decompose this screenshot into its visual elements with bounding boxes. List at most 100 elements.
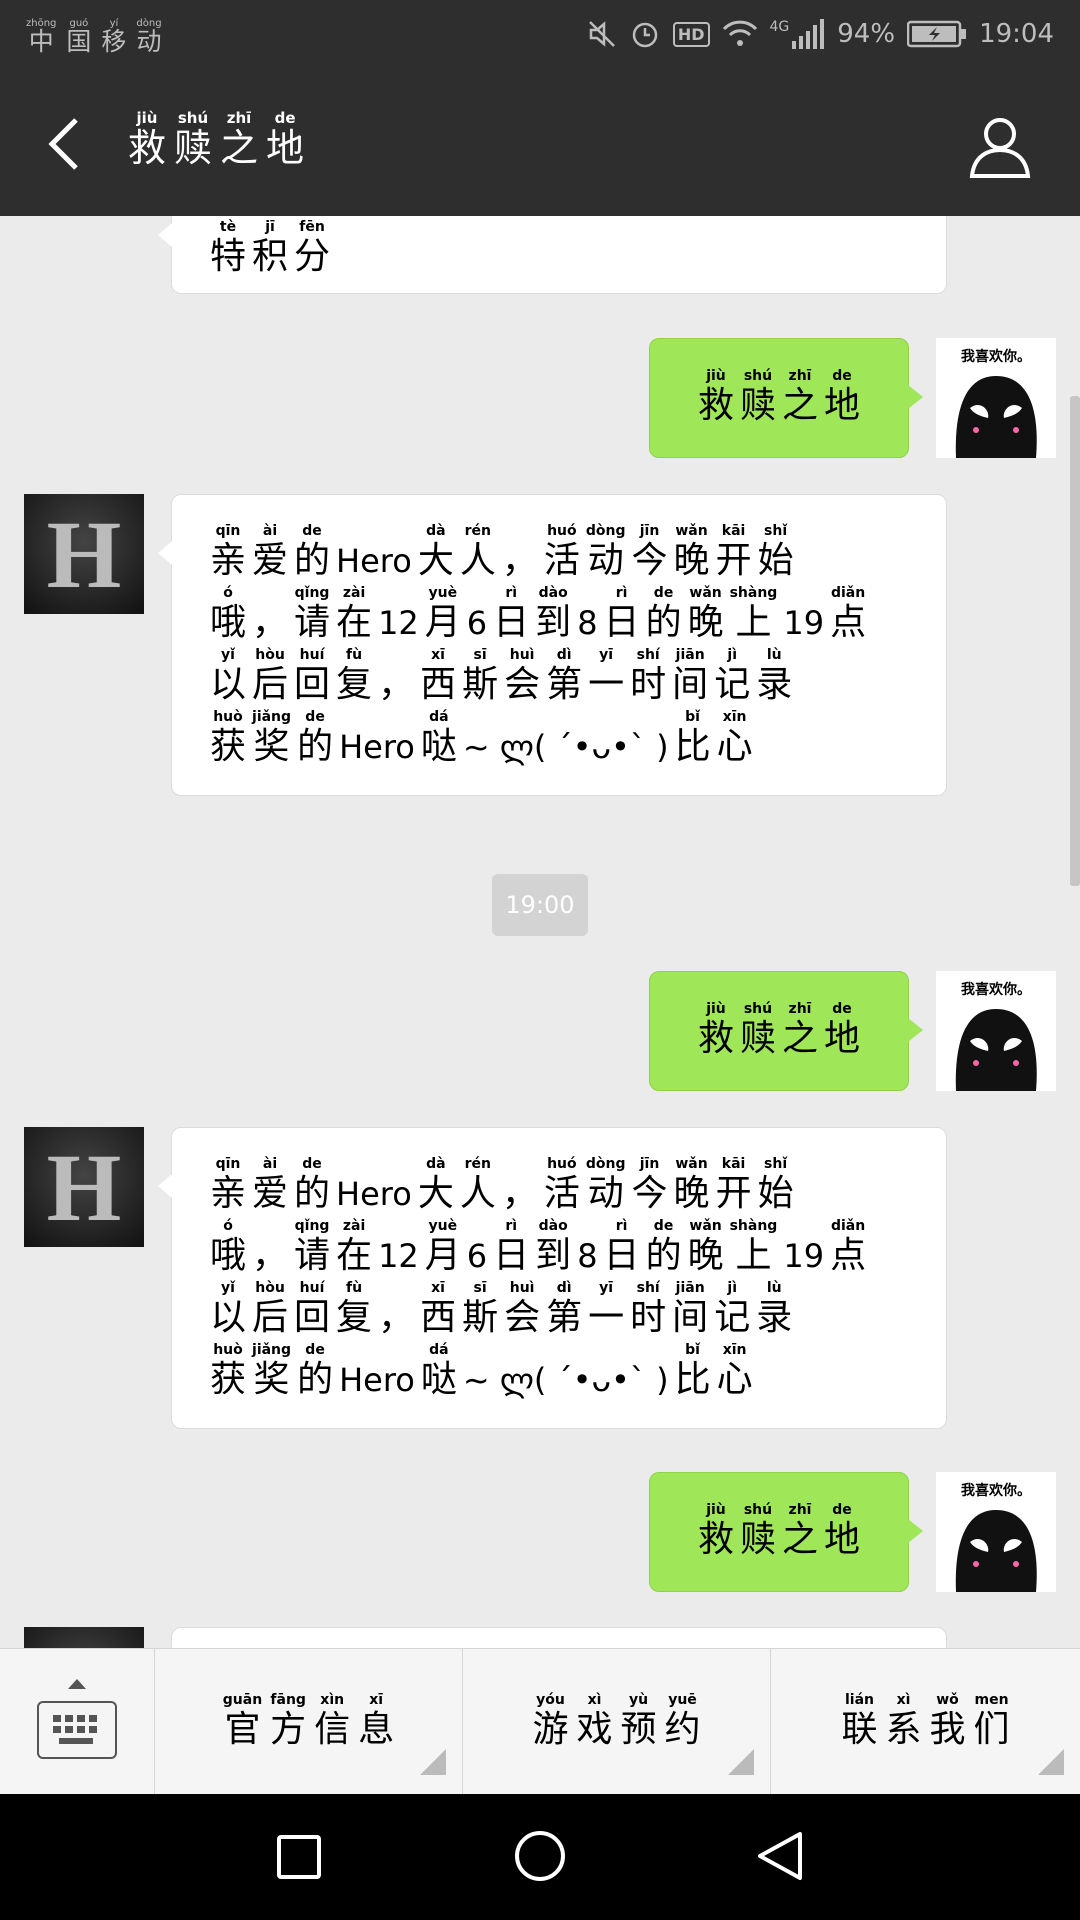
carrier-name: zhōng 中 guó 国 yí 移 dòng 动 (26, 18, 162, 55)
message-bubble-partial[interactable] (171, 1627, 947, 1648)
pinyin: jīn (639, 523, 660, 539)
pinyin: dì (556, 647, 572, 663)
pinyin: huó (547, 1156, 577, 1172)
character: 游 (532, 1709, 569, 1750)
pinyin: xì (896, 1692, 911, 1708)
scrollbar[interactable] (1070, 396, 1080, 886)
pinyin: xì (587, 1692, 602, 1708)
character: 晚 (687, 602, 724, 643)
chat-area[interactable]: tè 特 jī 积 fēn 分 jiù 救 shú 赎 zhī 之 de 地 我喜欢你。 H qīn 亲 à… (0, 216, 1080, 1648)
user-avatar[interactable]: 我喜欢你。 (936, 1472, 1056, 1592)
ruby-character: jiù 救 (698, 1502, 734, 1562)
message-fragment: Hero (336, 1175, 412, 1213)
pinyin: kāi (721, 1156, 746, 1172)
message-bubble-partial[interactable]: tè 特 jī 积 fēn 分 (158, 216, 947, 294)
chat-header: jiù 救 shú 赎 zhī 之 de 地 (0, 80, 1080, 216)
pinyin: ài (262, 523, 278, 539)
message-line: qīn 亲 ài 爱 de 的 Hero dà 大 rén 人 ， huó 活 dòng 动 jīn 今 wǎn 晚… (210, 1154, 866, 1216)
pinyin: jiān (675, 1280, 705, 1296)
person-icon[interactable] (968, 114, 1032, 178)
pinyin: shú (743, 1502, 773, 1518)
ruby-character: lián 联 (841, 1692, 877, 1752)
ruby-character: wǎn 晚 (674, 1156, 710, 1216)
character: 记 (714, 664, 751, 705)
menu-game-reservation[interactable]: yóu 游 xì 戏 yù 预 yuē 约 (463, 1649, 771, 1795)
pinyin: jiù (706, 1502, 726, 1518)
ruby-character: sī 斯 (462, 1280, 498, 1340)
home-icon[interactable] (514, 1830, 566, 1882)
pinyin: jiù (706, 368, 726, 384)
pinyin: shǐ (764, 1156, 788, 1172)
ruby-character: de 的 (297, 1342, 333, 1402)
pinyin: fù (346, 1280, 363, 1296)
pinyin (268, 585, 273, 601)
sent-message-bubble[interactable]: jiù 救 shú 赎 zhī 之 de 地 (649, 1472, 923, 1592)
ruby-character: xìn 信 (314, 1692, 350, 1752)
character: 晚 (687, 1235, 724, 1276)
pinyin: jiù (706, 1001, 726, 1017)
pinyin: lián (844, 1692, 874, 1708)
pinyin: jiān (675, 647, 705, 663)
character: 比 (674, 726, 711, 767)
character: 动 (587, 1173, 624, 1214)
received-message-bubble[interactable]: qīn 亲 ài 爱 de 的 Hero dà 大 rén 人 ， huó 活 dòng 动 jīn 今 wǎn 晚… (158, 494, 947, 796)
pinyin: hòu (255, 1280, 285, 1296)
character: 时 (630, 1297, 667, 1338)
menu-contact-us[interactable]: lián 联 xì 系 wǒ 我 men 们 (771, 1649, 1080, 1795)
character: 哦 (210, 602, 247, 643)
message-fragment: 6 (466, 604, 488, 642)
pinyin: shú (743, 368, 773, 384)
ruby-character: shí 时 (630, 1280, 666, 1340)
pinyin (268, 1218, 273, 1234)
status-bar: zhōng 中 guó 国 yí 移 dòng 动 HD 4G 94% 19:04 (0, 0, 1080, 80)
official-account-avatar[interactable]: H (24, 1127, 144, 1247)
menu-official-info[interactable]: guān 官 fāng 方 xìn 信 xī 息 (155, 1649, 463, 1795)
pinyin: ài (262, 1156, 278, 1172)
official-account-avatar[interactable] (24, 1627, 144, 1648)
pinyin: dì (556, 1280, 572, 1296)
ruby-character: ， (502, 523, 538, 583)
character: 心 (716, 726, 753, 767)
official-account-avatar[interactable]: H (24, 494, 144, 614)
pinyin: jiǎng (252, 1342, 292, 1358)
user-avatar[interactable]: 我喜欢你。 (936, 338, 1056, 458)
ruby-character: de 地 (824, 1502, 860, 1562)
pinyin: jì (727, 647, 737, 663)
user-avatar[interactable]: 我喜欢你。 (936, 971, 1056, 1091)
keyboard-toggle-button[interactable] (0, 1649, 155, 1795)
recents-icon[interactable] (276, 1834, 322, 1880)
character: 约 (664, 1709, 701, 1750)
ruby-character: zhī 之 (220, 110, 258, 170)
character: 赎 (174, 126, 213, 170)
back-icon[interactable] (756, 1830, 804, 1882)
character: 到 (535, 602, 572, 643)
character: 哒 (420, 1359, 457, 1400)
character: 记 (714, 1297, 751, 1338)
ruby-character: jì 记 (714, 647, 750, 707)
received-message-bubble[interactable]: qīn 亲 ài 爱 de 的 Hero dà 大 rén 人 ， huó 活 dòng 动 jīn 今 wǎn 晚… (158, 1127, 947, 1429)
pinyin: dá (429, 1342, 449, 1358)
ruby-character: yī 一 (588, 1280, 624, 1340)
character: 会 (504, 1297, 541, 1338)
ruby-character: kāi 开 (716, 1156, 752, 1216)
character: 赎 (739, 1018, 776, 1059)
character: 西 (420, 664, 457, 705)
ruby-character: dì 第 (546, 1280, 582, 1340)
ruby-character: dá 哒 (421, 1342, 457, 1402)
ruby-character: shàng 上 (730, 585, 778, 645)
character: 今 (631, 540, 668, 581)
sent-message-bubble[interactable]: jiù 救 shú 赎 zhī 之 de 地 (649, 971, 923, 1091)
chevron-left-icon[interactable] (36, 114, 96, 174)
character: 西 (420, 1297, 457, 1338)
ruby-character: xīn 心 (717, 709, 753, 769)
ruby-character: zài 在 (336, 585, 372, 645)
character: 第 (546, 1297, 583, 1338)
ruby-character: kāi 开 (716, 523, 752, 583)
character: 信 (314, 1709, 351, 1750)
pinyin: qǐng (294, 585, 330, 601)
character: 一 (588, 1297, 625, 1338)
character: 的 (294, 1173, 331, 1214)
character: ， (501, 1173, 538, 1214)
pinyin: huó (547, 523, 577, 539)
sent-message-bubble[interactable]: jiù 救 shú 赎 zhī 之 de 地 (649, 338, 923, 458)
